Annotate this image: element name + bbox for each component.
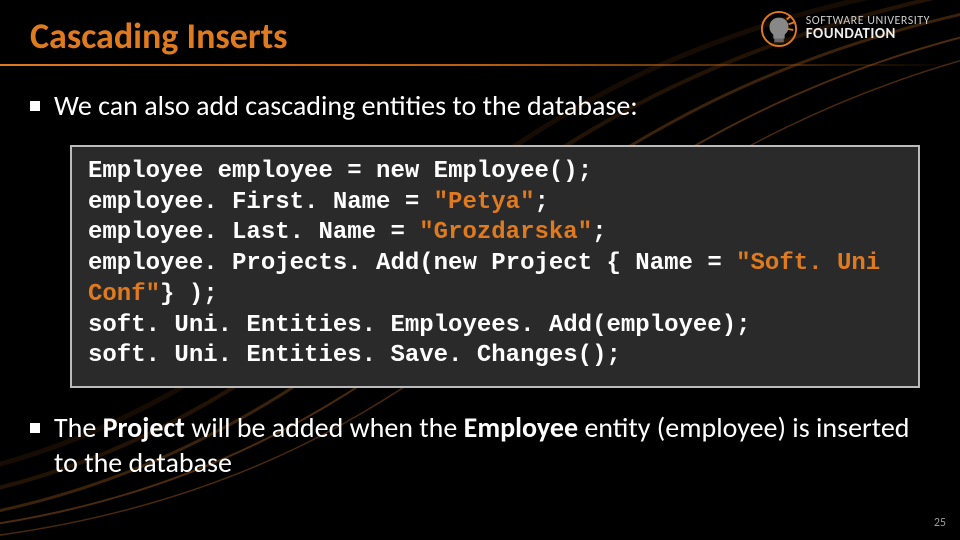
code-frag: ; (534, 189, 548, 216)
bullet-1-text: We can also add cascading entities to th… (54, 88, 930, 123)
text-frag: will be added when the (185, 410, 464, 445)
code-frag: employee. First. Name = (88, 189, 434, 216)
code-frag: Employee employee = (88, 158, 376, 185)
bullet-square-icon (30, 423, 40, 433)
code-string: "Petya" (434, 189, 535, 216)
code-frag: soft. Uni. Entities. Save. Changes(); (88, 342, 621, 369)
code-frag: } ); (160, 281, 218, 308)
logo-line2: FOUNDATION (806, 27, 930, 43)
code-frag: Employee(); (419, 158, 592, 185)
bullet-1: We can also add cascading entities to th… (30, 88, 930, 123)
code-frag: employee. Last. Name = (88, 219, 419, 246)
bold-project: Project (103, 410, 185, 445)
logo-text: SOFTWARE UNIVERSITY FOUNDATION (806, 15, 930, 43)
bold-employee: Employee (464, 410, 578, 445)
bullet-2: The Project will be added when the Emplo… (30, 410, 930, 480)
slide-title: Cascading Inserts (30, 14, 288, 58)
bullet-square-icon (30, 101, 40, 111)
code-frag: employee. Projects. Add( (88, 250, 434, 277)
text-frag: The (54, 410, 103, 445)
code-frag: ; (592, 219, 606, 246)
code-block: Employee employee = new Employee(); empl… (70, 145, 920, 388)
code-string: "Grozdarska" (419, 219, 592, 246)
code-frag: Project { Name = (477, 250, 736, 277)
softuni-logo: SOFTWARE UNIVERSITY FOUNDATION (760, 10, 930, 48)
page-number: 25 (934, 516, 946, 530)
lightbulb-icon (760, 10, 798, 48)
slide-header: Cascading Inserts SOFTWARE UNIVERSITY FO… (0, 0, 960, 66)
code-frag: new (434, 250, 477, 277)
slide-content: We can also add cascading entities to th… (0, 66, 960, 480)
code-frag: new (376, 158, 419, 185)
bullet-2-text: The Project will be added when the Emplo… (54, 410, 930, 480)
code-frag: soft. Uni. Entities. Employees. Add(empl… (88, 312, 751, 339)
